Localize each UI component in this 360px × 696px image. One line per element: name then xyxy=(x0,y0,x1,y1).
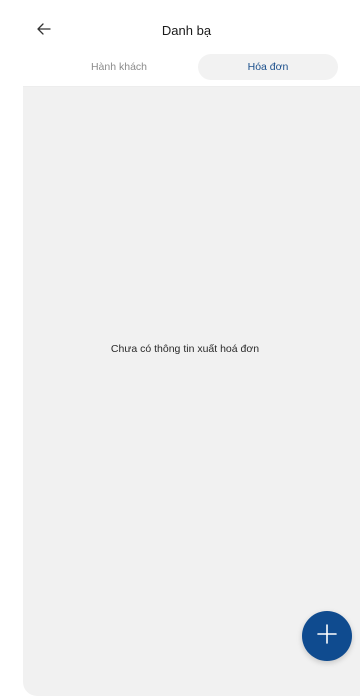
page-title: Danh bạ xyxy=(161,23,212,38)
add-button[interactable] xyxy=(302,611,352,661)
tab-passengers[interactable]: Hành khách xyxy=(40,54,198,80)
contacts-panel: Danh bạ Hành khách Hóa đơn Chưa có thông… xyxy=(23,0,360,696)
tab-bar: Hành khách Hóa đơn xyxy=(23,54,360,80)
plus-icon xyxy=(316,623,338,650)
content-area: Chưa có thông tin xuất hoá đơn xyxy=(23,87,360,696)
tab-invoices[interactable]: Hóa đơn xyxy=(198,54,338,80)
empty-state-message: Chưa có thông tin xuất hoá đơn xyxy=(110,343,260,355)
screen: Danh bạ Hành khách Hóa đơn Chưa có thông… xyxy=(0,0,360,696)
header: Danh bạ xyxy=(23,0,360,52)
